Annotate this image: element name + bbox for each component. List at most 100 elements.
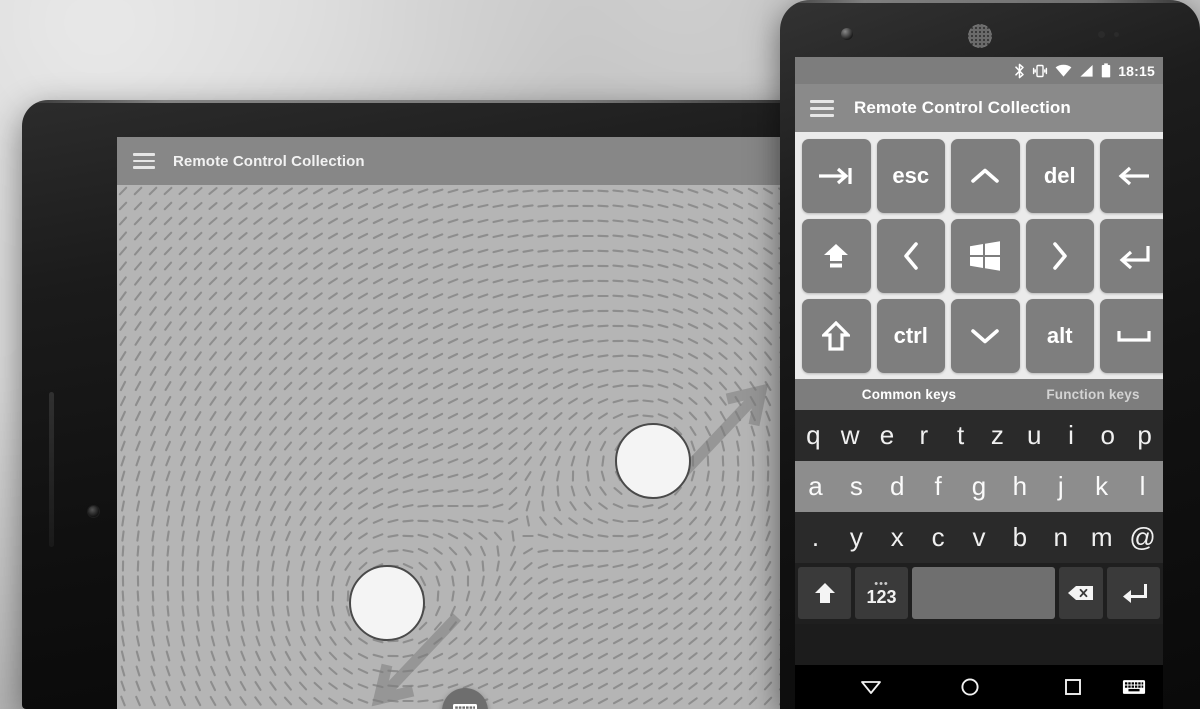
enter-return-icon [1122, 584, 1147, 603]
hamburger-menu-icon[interactable] [133, 153, 155, 169]
key-arrow-up[interactable] [951, 139, 1020, 213]
kb-key-t[interactable]: t [942, 420, 979, 451]
phone-device: 18:15 Remote Control Collection esc del … [780, 0, 1200, 709]
battery-icon [1101, 63, 1111, 78]
kb-key-f[interactable]: f [918, 471, 959, 502]
kb-key-e[interactable]: e [869, 420, 906, 451]
phone-page-title: Remote Control Collection [854, 98, 1071, 117]
kb-key-r[interactable]: r [905, 420, 942, 451]
kb-key-c[interactable]: c [918, 522, 959, 553]
key-shift[interactable] [802, 299, 871, 373]
touch-point-1[interactable] [349, 565, 425, 641]
chevron-up-icon [971, 168, 1000, 183]
key-arrow-left[interactable] [876, 219, 945, 293]
tablet-side-button[interactable] [49, 392, 54, 547]
signal-icon [1080, 64, 1093, 77]
keyboard-switch-icon[interactable] [1122, 665, 1146, 709]
hamburger-menu-icon[interactable] [810, 99, 834, 117]
soft-keyboard: q w e r t z u i o p a s d f g h j k l . … [795, 410, 1163, 624]
screenshot-stage: Remote Control Collection 18:15 Remote C… [0, 0, 1200, 709]
tab-common-keys[interactable]: Common keys [795, 387, 1023, 402]
vibrate-icon [1033, 64, 1048, 77]
key-windows[interactable] [951, 219, 1020, 293]
kb-shift-key[interactable] [798, 567, 851, 619]
tablet-app-bar: Remote Control Collection [117, 137, 812, 185]
key-esc[interactable]: esc [876, 139, 945, 213]
windows-icon [970, 241, 1001, 271]
kb-key-j[interactable]: j [1040, 471, 1081, 502]
phone-proximity-sensor-icon [1098, 31, 1105, 38]
remote-key-grid: esc del ctrl alt [795, 132, 1163, 379]
phone-screen: 18:15 Remote Control Collection esc del … [795, 57, 1163, 709]
tablet-front-camera-icon [88, 506, 99, 517]
capslock-icon [824, 244, 849, 268]
kb-key-period[interactable]: . [795, 522, 836, 553]
kb-key-a[interactable]: a [795, 471, 836, 502]
kb-key-s[interactable]: s [836, 471, 877, 502]
wifi-icon [1055, 64, 1072, 77]
kb-numbers-key[interactable]: ••• 123 [855, 567, 908, 619]
kb-key-k[interactable]: k [1081, 471, 1122, 502]
kb-key-g[interactable]: g [959, 471, 1000, 502]
kb-key-z[interactable]: z [979, 420, 1016, 451]
tablet-page-title: Remote Control Collection [173, 152, 365, 170]
recents-square-icon[interactable] [1064, 665, 1082, 709]
kb-key-at[interactable]: @ [1122, 522, 1163, 553]
key-alt[interactable]: alt [1025, 299, 1094, 373]
shift-icon [822, 321, 851, 351]
kb-key-b[interactable]: b [999, 522, 1040, 553]
arrow-left-icon [1118, 166, 1150, 186]
key-tab[interactable] [802, 139, 871, 213]
key-enter[interactable] [1100, 219, 1163, 293]
kb-key-m[interactable]: m [1081, 522, 1122, 553]
kb-backspace-key[interactable] [1059, 567, 1103, 619]
key-arrow-right[interactable] [1025, 219, 1094, 293]
kb-key-q[interactable]: q [795, 420, 832, 451]
phone-bezel-highlight [780, 0, 1200, 3]
key-backspace[interactable] [1100, 139, 1163, 213]
touch-point-2[interactable] [615, 423, 691, 499]
kb-key-y[interactable]: y [836, 522, 877, 553]
enter-icon [1119, 246, 1150, 269]
tablet-bezel-highlight [22, 100, 812, 103]
phone-navigation-bar [795, 665, 1163, 709]
kb-key-w[interactable]: w [832, 420, 869, 451]
kb-space-key[interactable] [912, 567, 1055, 619]
key-capslock[interactable] [802, 219, 871, 293]
key-del[interactable]: del [1025, 139, 1094, 213]
touchpad-surface[interactable] [117, 185, 812, 709]
kb-key-o[interactable]: o [1089, 420, 1126, 451]
kb-key-d[interactable]: d [877, 471, 918, 502]
kb-enter-key[interactable] [1107, 567, 1160, 619]
chevron-down-icon [971, 329, 1000, 344]
kb-numbers-label: 123 [866, 586, 897, 607]
keyboard-row-2: a s d f g h j k l [795, 461, 1163, 512]
keyboard-icon [452, 703, 477, 709]
key-ctrl[interactable]: ctrl [876, 299, 945, 373]
back-chevron-down-icon[interactable] [860, 665, 882, 709]
kb-key-v[interactable]: v [959, 522, 1000, 553]
kb-key-x[interactable]: x [877, 522, 918, 553]
status-bar-clock: 18:15 [1118, 62, 1155, 79]
shift-up-arrow-icon [814, 583, 835, 603]
phone-light-sensor-icon [1114, 32, 1119, 37]
kb-key-n[interactable]: n [1040, 522, 1081, 553]
phone-front-camera-icon [841, 28, 853, 40]
home-circle-icon[interactable] [960, 665, 980, 709]
key-space[interactable] [1100, 299, 1163, 373]
phone-earpiece-speaker-icon [968, 24, 992, 48]
tab-function-keys[interactable]: Function keys [1023, 387, 1163, 402]
phone-app-bar: Remote Control Collection [795, 84, 1163, 132]
kb-key-p[interactable]: p [1126, 420, 1163, 451]
kb-key-l[interactable]: l [1122, 471, 1163, 502]
kb-key-u[interactable]: u [1016, 420, 1053, 451]
key-arrow-down[interactable] [951, 299, 1020, 373]
kb-key-i[interactable]: i [1053, 420, 1090, 451]
tablet-screen: Remote Control Collection [117, 137, 812, 709]
space-icon [1117, 331, 1151, 342]
key-category-tabbar: Common keys Function keys [795, 379, 1163, 410]
tab-icon [819, 167, 852, 185]
tablet-device: Remote Control Collection [22, 100, 812, 709]
kb-key-h[interactable]: h [999, 471, 1040, 502]
keyboard-bottom-row: ••• 123 [795, 563, 1163, 624]
